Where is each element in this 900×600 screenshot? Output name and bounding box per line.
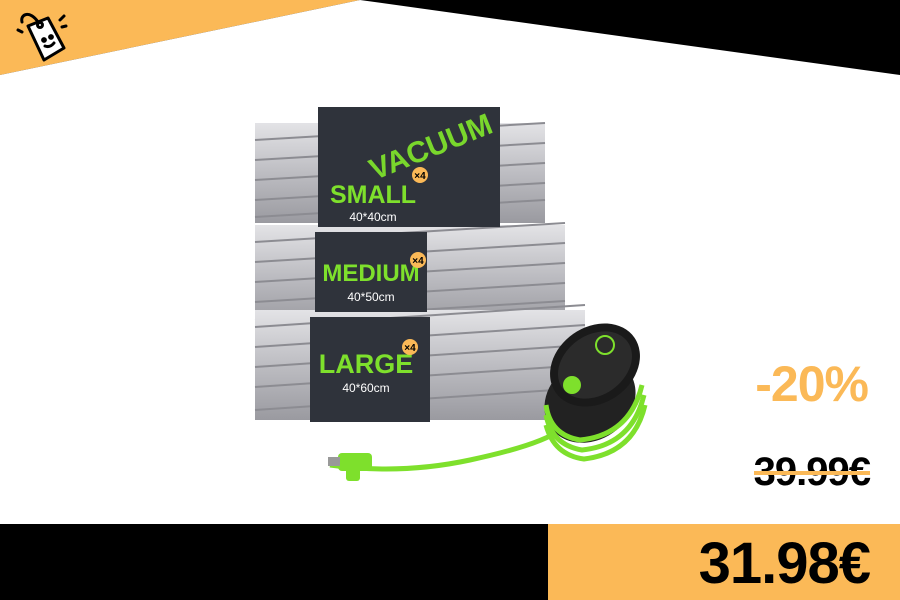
size-dims-large: 40*60cm [342,381,389,395]
label-band-small: VACUUM SMALL 40*40cm ×4 [318,107,500,227]
bottom-black-band [0,524,548,600]
price-tag-logo-icon [16,13,68,62]
new-price: 31.98€ [698,531,871,596]
qty-badge-large: ×4 [404,343,416,354]
product-image: VACUUM SMALL 40*40cm ×4 MEDIUM 40*50cm ×… [254,107,648,481]
strikethrough-line [753,471,870,475]
label-band-large: LARGE 40*60cm ×4 [310,317,430,422]
label-band-medium: MEDIUM 40*50cm ×4 [315,232,427,312]
discount-badge: -20% [755,356,869,412]
size-name-small: SMALL [330,181,416,209]
size-name-large: LARGE [319,349,414,379]
size-name-medium: MEDIUM [322,260,419,287]
old-price: 39.99€ [753,450,871,495]
size-dims-medium: 40*50cm [347,290,394,304]
size-dims-small: 40*40cm [349,210,396,224]
qty-badge-small: ×4 [414,171,426,182]
qty-badge-medium: ×4 [412,256,424,267]
